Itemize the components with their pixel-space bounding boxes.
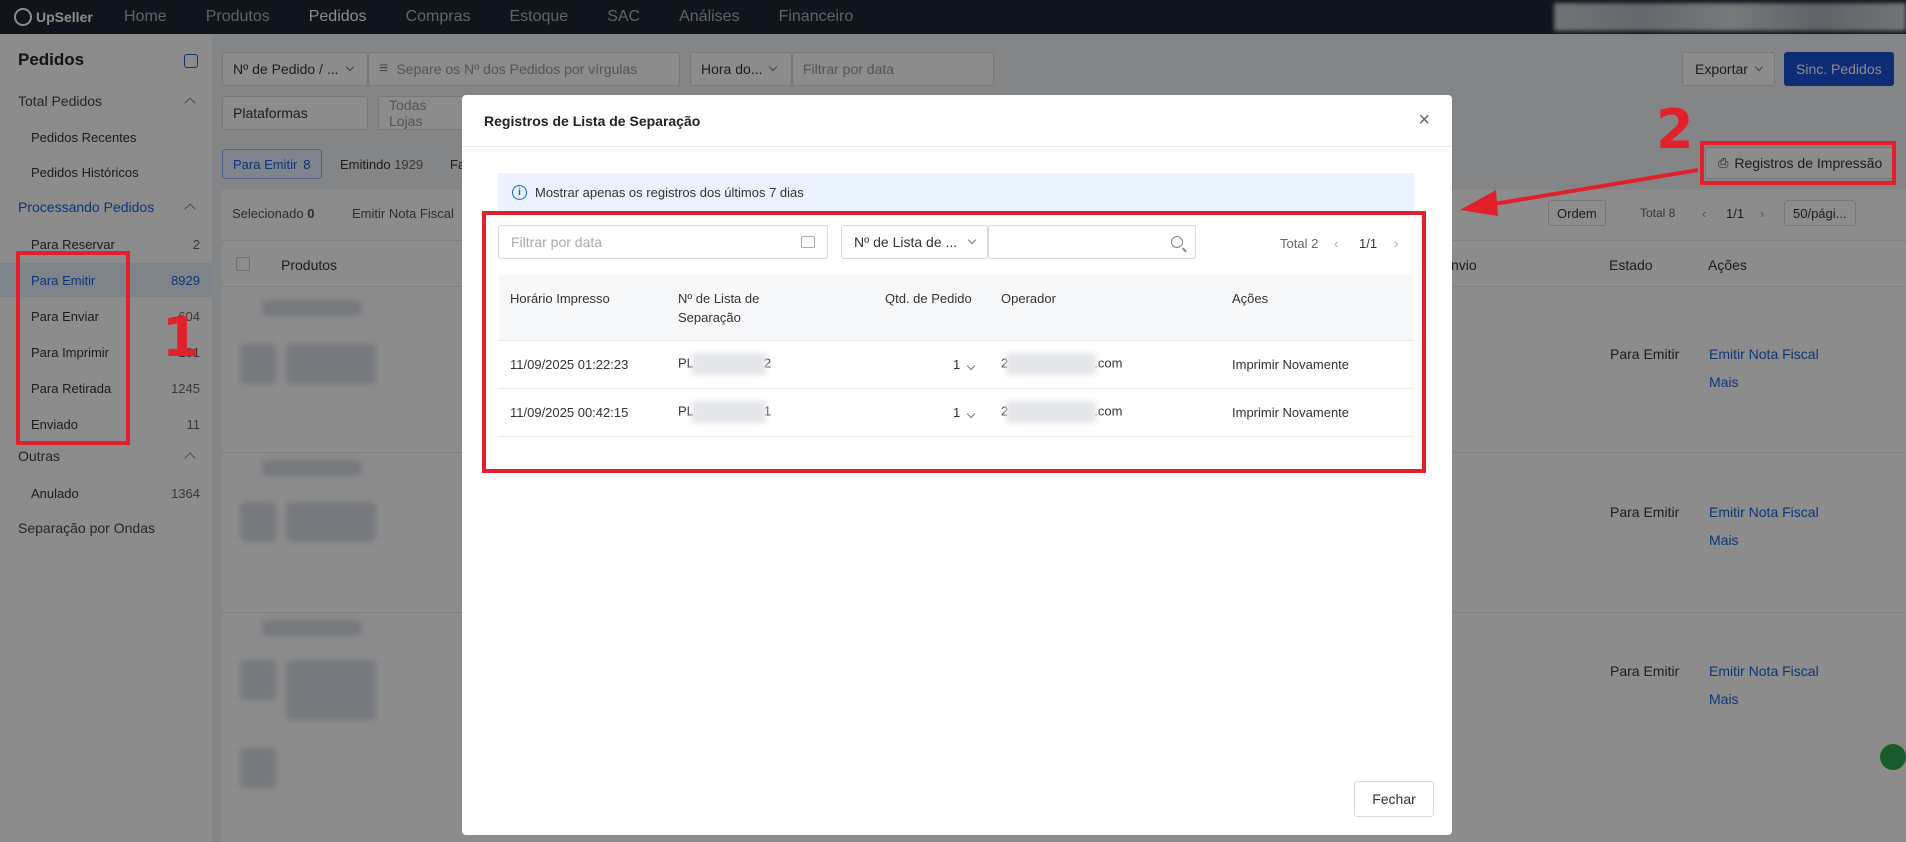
modal-title: Registros de Lista de Separação bbox=[484, 112, 701, 129]
notice-text: Mostrar apenas os registros dos últimos … bbox=[535, 184, 804, 200]
info-notice: i Mostrar apenas os registros dos último… bbox=[498, 173, 1414, 211]
modal-header: Registros de Lista de Separação × bbox=[462, 95, 1452, 147]
button-label: Fechar bbox=[1372, 791, 1416, 807]
arrow-shaft bbox=[1481, 168, 1699, 208]
annotation-box-sidebar bbox=[16, 251, 130, 445]
close-icon[interactable]: × bbox=[1418, 109, 1430, 132]
annotation-number-1: 1 bbox=[162, 306, 200, 369]
annotation-box-print-records bbox=[1700, 141, 1896, 185]
close-modal-button[interactable]: Fechar bbox=[1354, 781, 1434, 817]
arrow-head bbox=[1460, 190, 1498, 216]
annotation-arrow bbox=[1460, 168, 1699, 216]
info-icon: i bbox=[512, 184, 527, 200]
annotation-number-2: 2 bbox=[1656, 98, 1694, 161]
annotation-box-records-table bbox=[482, 211, 1426, 473]
